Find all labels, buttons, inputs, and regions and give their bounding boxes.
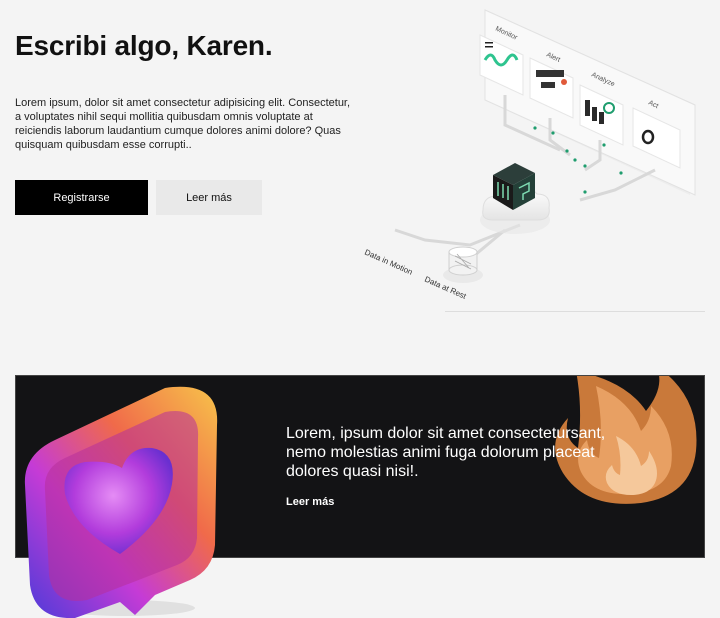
hero-description: Lorem ipsum, dolor sit amet consectetur … — [15, 97, 351, 151]
database-cylinder-icon — [443, 246, 483, 283]
banner-text: Lorem, ipsum dolor sit amet consecteturs… — [286, 425, 606, 480]
read-more-button[interactable]: Leer más — [156, 180, 262, 215]
hero-title: Escribi algo, Karen. — [15, 30, 273, 61]
data-in-motion-label: Data in Motion — [363, 248, 414, 277]
data-pipeline-illustration: Monitor Alert Analyze Act Data in Motion — [363, 9, 696, 301]
register-button[interactable]: Registrarse — [15, 180, 148, 215]
banner-read-more-link[interactable]: Leer más — [286, 496, 334, 508]
divider — [445, 311, 705, 312]
heart-chat-bubble-icon — [24, 386, 218, 618]
